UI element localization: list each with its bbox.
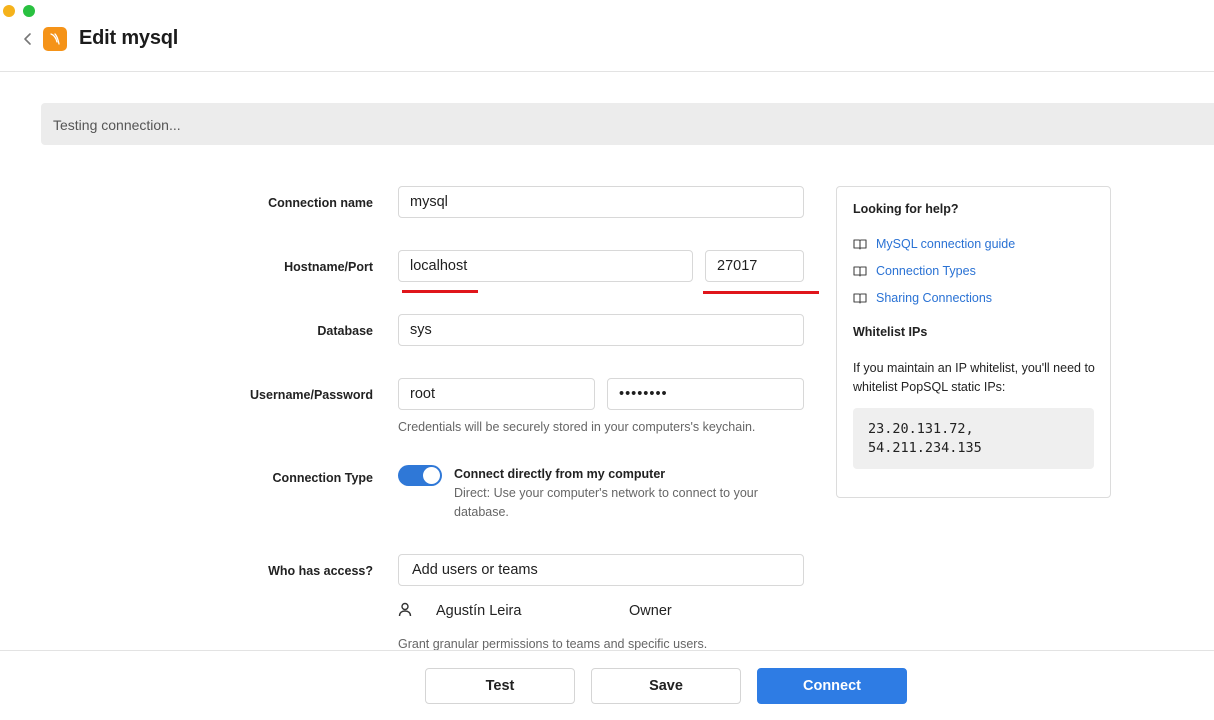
test-button[interactable]: Test	[425, 668, 575, 704]
connection-type-label: Connection Type	[272, 471, 373, 485]
help-link-label: Connection Types	[876, 264, 976, 278]
username-password-label: Username/Password	[250, 388, 373, 402]
footer-bar: Test Save Connect	[0, 650, 1214, 720]
status-banner: Testing connection...	[41, 103, 1214, 145]
page-title: Edit mysql	[79, 27, 179, 49]
add-users-input[interactable]: Add users or teams	[398, 554, 804, 586]
whitelist-text: If you maintain an IP whitelist, you'll …	[853, 361, 1095, 394]
help-panel: Looking for help? MySQL connection guide…	[836, 186, 1111, 498]
help-link-sharing-connections[interactable]: Sharing Connections	[853, 291, 992, 305]
help-link-label: Sharing Connections	[876, 291, 993, 305]
help-link-label: MySQL connection guide	[876, 237, 1016, 251]
database-input[interactable]: sys	[398, 314, 804, 346]
connection-name-input[interactable]: mysql	[398, 186, 804, 218]
save-button[interactable]: Save	[591, 668, 741, 704]
username-input[interactable]: root	[398, 378, 595, 410]
book-icon	[853, 293, 867, 304]
whitelist-title: Whitelist IPs	[853, 325, 928, 339]
credentials-hint: Credentials will be securely stored in y…	[398, 420, 756, 434]
port-underline	[703, 291, 819, 294]
header: Edit mysql	[0, 0, 1214, 72]
chevron-left-icon[interactable]	[20, 29, 34, 49]
connection-type-title: Connect directly from my computer	[454, 467, 666, 481]
help-title: Looking for help?	[853, 202, 959, 216]
connection-name-label: Connection name	[268, 196, 373, 210]
user-role: Owner	[629, 603, 672, 619]
port-input[interactable]: 27017	[705, 250, 804, 282]
connection-type-toggle[interactable]	[398, 465, 442, 486]
hostname-input[interactable]: localhost	[398, 250, 693, 282]
connect-button[interactable]: Connect	[757, 668, 907, 704]
database-label: Database	[317, 324, 373, 338]
hostname-underline	[402, 290, 478, 293]
hostname-port-label: Hostname/Port	[284, 260, 373, 274]
ip-address: 54.211.234.135	[868, 440, 982, 456]
password-input[interactable]: ••••••••	[607, 378, 804, 410]
person-icon	[398, 602, 412, 617]
user-name: Agustín Leira	[436, 603, 522, 619]
book-icon	[853, 266, 867, 277]
ip-address: 23.20.131.72,	[868, 421, 974, 437]
help-link-mysql-guide[interactable]: MySQL connection guide	[853, 237, 1015, 251]
ip-list: 23.20.131.72, 54.211.234.135	[853, 408, 1094, 469]
toggle-knob	[423, 467, 440, 484]
help-link-connection-types[interactable]: Connection Types	[853, 264, 976, 278]
mysql-logo-icon	[43, 27, 67, 51]
access-label: Who has access?	[268, 564, 373, 578]
connection-type-description: Direct: Use your computer's network to c…	[454, 486, 758, 519]
book-icon	[853, 239, 867, 250]
